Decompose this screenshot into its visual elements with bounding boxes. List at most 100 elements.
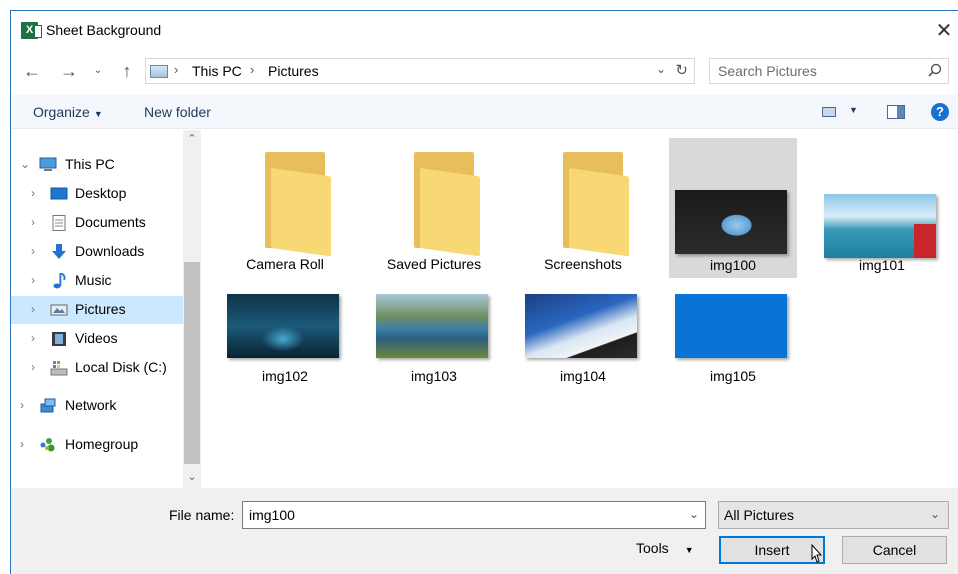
sidebar-item-network[interactable]: › Network (11, 392, 183, 420)
file-tile-screenshots[interactable]: Screenshots (519, 138, 647, 278)
chevron-right-icon[interactable]: › (31, 273, 35, 287)
file-name-label: img101 (859, 257, 905, 273)
address-dropdown-icon[interactable]: ⌄ (656, 62, 666, 76)
back-button[interactable]: ← (19, 58, 45, 84)
breadcrumb-chevron-icon[interactable]: › (250, 62, 254, 77)
sidebar-item-local-disk[interactable]: › Local Disk (C:) (11, 354, 183, 382)
sidebar-item-label: This PC (65, 156, 115, 172)
scroll-thumb[interactable] (184, 262, 200, 464)
file-tile-img100[interactable]: img100 (669, 138, 797, 278)
address-bar[interactable]: › This PC › Pictures ⌄ ↻ (145, 58, 695, 84)
image-thumbnail (525, 294, 637, 358)
search-input[interactable] (718, 62, 918, 80)
file-tile-img103[interactable]: img103 (370, 280, 498, 420)
refresh-icon[interactable]: ↻ (675, 61, 688, 79)
sidebar-item-this-pc[interactable]: ⌄ This PC (11, 151, 183, 179)
chevron-down-icon[interactable]: ⌄ (689, 507, 699, 521)
file-list: Camera Roll Saved Pictures Screenshots i… (205, 130, 958, 488)
chevron-down-icon[interactable]: ⌄ (20, 157, 30, 171)
sidebar-item-pictures[interactable]: › Pictures (11, 296, 183, 324)
chevron-right-icon[interactable]: › (20, 398, 24, 412)
close-button[interactable]: ✕ (930, 17, 958, 45)
search-box[interactable] (709, 58, 949, 84)
view-options-caret-icon[interactable]: ▼ (849, 105, 858, 115)
sidebar-item-label: Network (65, 397, 117, 413)
chevron-right-icon[interactable]: › (20, 437, 24, 451)
pictures-icon (50, 304, 68, 316)
image-thumbnail (824, 194, 936, 258)
navigation-bar: ← → ⌄ ↑ › This PC › Pictures ⌄ ↻ (11, 55, 958, 87)
caret-down-icon: ▼ (93, 109, 103, 119)
chevron-right-icon[interactable]: › (31, 331, 35, 345)
sidebar-item-label: Pictures (75, 301, 126, 317)
folder-icon (414, 152, 480, 257)
file-name-label: img102 (262, 368, 308, 384)
sidebar-item-music[interactable]: › Music (11, 267, 183, 295)
help-icon[interactable]: ? (931, 103, 949, 121)
mouse-cursor-icon (811, 544, 823, 563)
file-name-label: img100 (710, 257, 756, 273)
chevron-right-icon[interactable]: › (31, 186, 35, 200)
chevron-right-icon[interactable]: › (31, 244, 35, 258)
sidebar-item-videos[interactable]: › Videos (11, 325, 183, 353)
recent-locations-button[interactable]: ⌄ (91, 58, 105, 84)
sidebar-item-desktop[interactable]: › Desktop (11, 180, 183, 208)
file-tile-saved-pictures[interactable]: Saved Pictures (370, 138, 498, 278)
dialog-title: Sheet Background (46, 22, 162, 38)
chevron-down-icon[interactable]: ⌄ (930, 507, 940, 521)
sidebar-item-homegroup[interactable]: › Homegroup (11, 431, 183, 459)
disk-icon (50, 361, 68, 376)
file-tile-camera-roll[interactable]: Camera Roll (221, 138, 349, 278)
file-name-label: Camera Roll (246, 256, 324, 272)
network-icon (40, 398, 56, 413)
file-name-input[interactable] (249, 506, 669, 524)
up-button[interactable]: ↑ (115, 58, 139, 84)
image-thumbnail (675, 294, 787, 358)
scroll-down-icon[interactable]: ⌄ (183, 470, 201, 486)
preview-pane-icon[interactable] (887, 105, 905, 119)
chevron-right-icon[interactable]: › (31, 302, 35, 316)
file-name-label: img104 (560, 368, 606, 384)
organize-menu[interactable]: Organize ▼ (33, 104, 103, 120)
sidebar-item-label: Downloads (75, 243, 145, 259)
file-tile-img101[interactable]: img101 (818, 138, 946, 278)
file-type-filter[interactable]: All Pictures ⌄ (718, 501, 949, 529)
sidebar-item-label: Local Disk (C:) (75, 359, 167, 375)
file-name-label: img105 (710, 368, 756, 384)
image-thumbnail (675, 190, 787, 254)
title-bar: X Sheet Background ✕ (11, 11, 958, 51)
organize-label: Organize (33, 104, 90, 120)
file-name-combobox[interactable]: ⌄ (242, 501, 706, 529)
search-icon[interactable] (928, 63, 942, 77)
file-name-label: Screenshots (544, 256, 622, 272)
file-name-label: Saved Pictures (386, 256, 482, 272)
file-tile-img105[interactable]: img105 (669, 280, 797, 420)
sidebar-item-documents[interactable]: › Documents (11, 209, 183, 237)
navigation-pane: ⌄ This PC › Desktop › Documents › Downlo… (11, 130, 201, 488)
change-view-icon[interactable] (822, 107, 836, 117)
sidebar-item-label: Desktop (75, 185, 127, 201)
forward-button[interactable]: → (56, 58, 82, 84)
file-tile-img104[interactable]: img104 (519, 280, 647, 420)
footer-bar: File name: ⌄ All Pictures ⌄ Tools▼ Inser… (11, 488, 958, 574)
sidebar-item-label: Music (75, 272, 112, 288)
file-tile-img102[interactable]: img102 (221, 280, 349, 420)
sidebar-item-downloads[interactable]: › Downloads (11, 238, 183, 266)
computer-icon (39, 157, 57, 171)
tools-menu[interactable]: Tools ▼ (636, 540, 694, 556)
chevron-right-icon[interactable]: › (31, 360, 35, 374)
sheet-background-dialog: X Sheet Background ✕ ← → ⌄ ↑ › This PC ›… (10, 10, 958, 574)
breadcrumb-pictures[interactable]: Pictures (268, 63, 319, 79)
image-thumbnail (376, 294, 488, 358)
new-folder-button[interactable]: New folder (144, 104, 211, 120)
file-name-label: File name: (169, 507, 235, 523)
cancel-button[interactable]: Cancel (842, 536, 947, 564)
videos-icon (52, 332, 66, 346)
downloads-icon (52, 244, 66, 259)
breadcrumb-chevron-icon[interactable]: › (174, 62, 178, 77)
breadcrumb-this-pc[interactable]: This PC (192, 63, 242, 79)
navigation-scrollbar[interactable]: ⌃ ⌄ (183, 130, 201, 488)
documents-icon (52, 215, 66, 231)
scroll-up-icon[interactable]: ⌃ (183, 132, 201, 148)
chevron-right-icon[interactable]: › (31, 215, 35, 229)
